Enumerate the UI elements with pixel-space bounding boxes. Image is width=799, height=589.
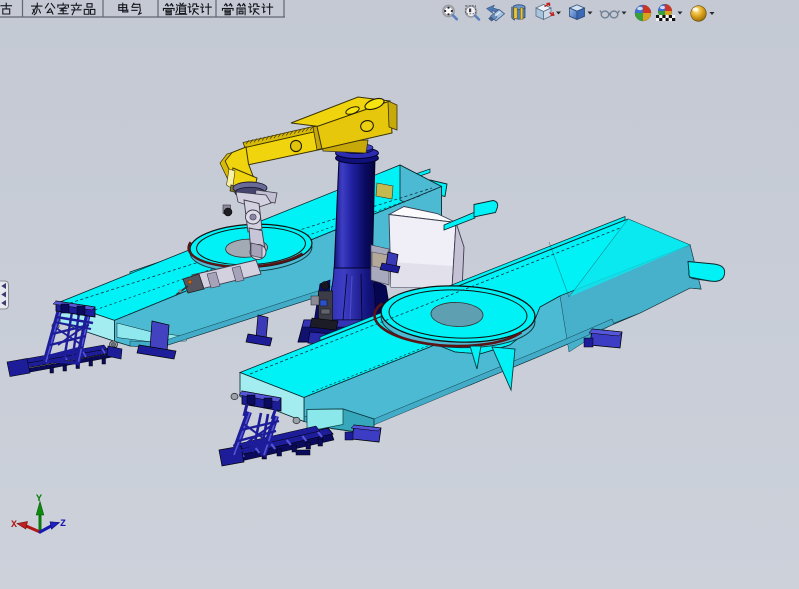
svg-text:Y: Y bbox=[36, 494, 42, 505]
svg-text:X: X bbox=[11, 520, 17, 531]
svg-text:Z: Z bbox=[60, 519, 66, 530]
